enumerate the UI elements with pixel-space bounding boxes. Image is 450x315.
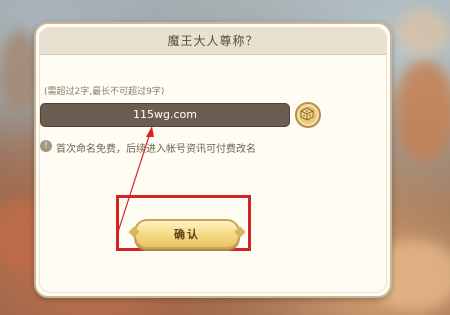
- confirm-button[interactable]: 确认: [134, 219, 240, 249]
- annotation-arrow: [117, 126, 154, 233]
- confirm-button-label: 确认: [174, 228, 200, 241]
